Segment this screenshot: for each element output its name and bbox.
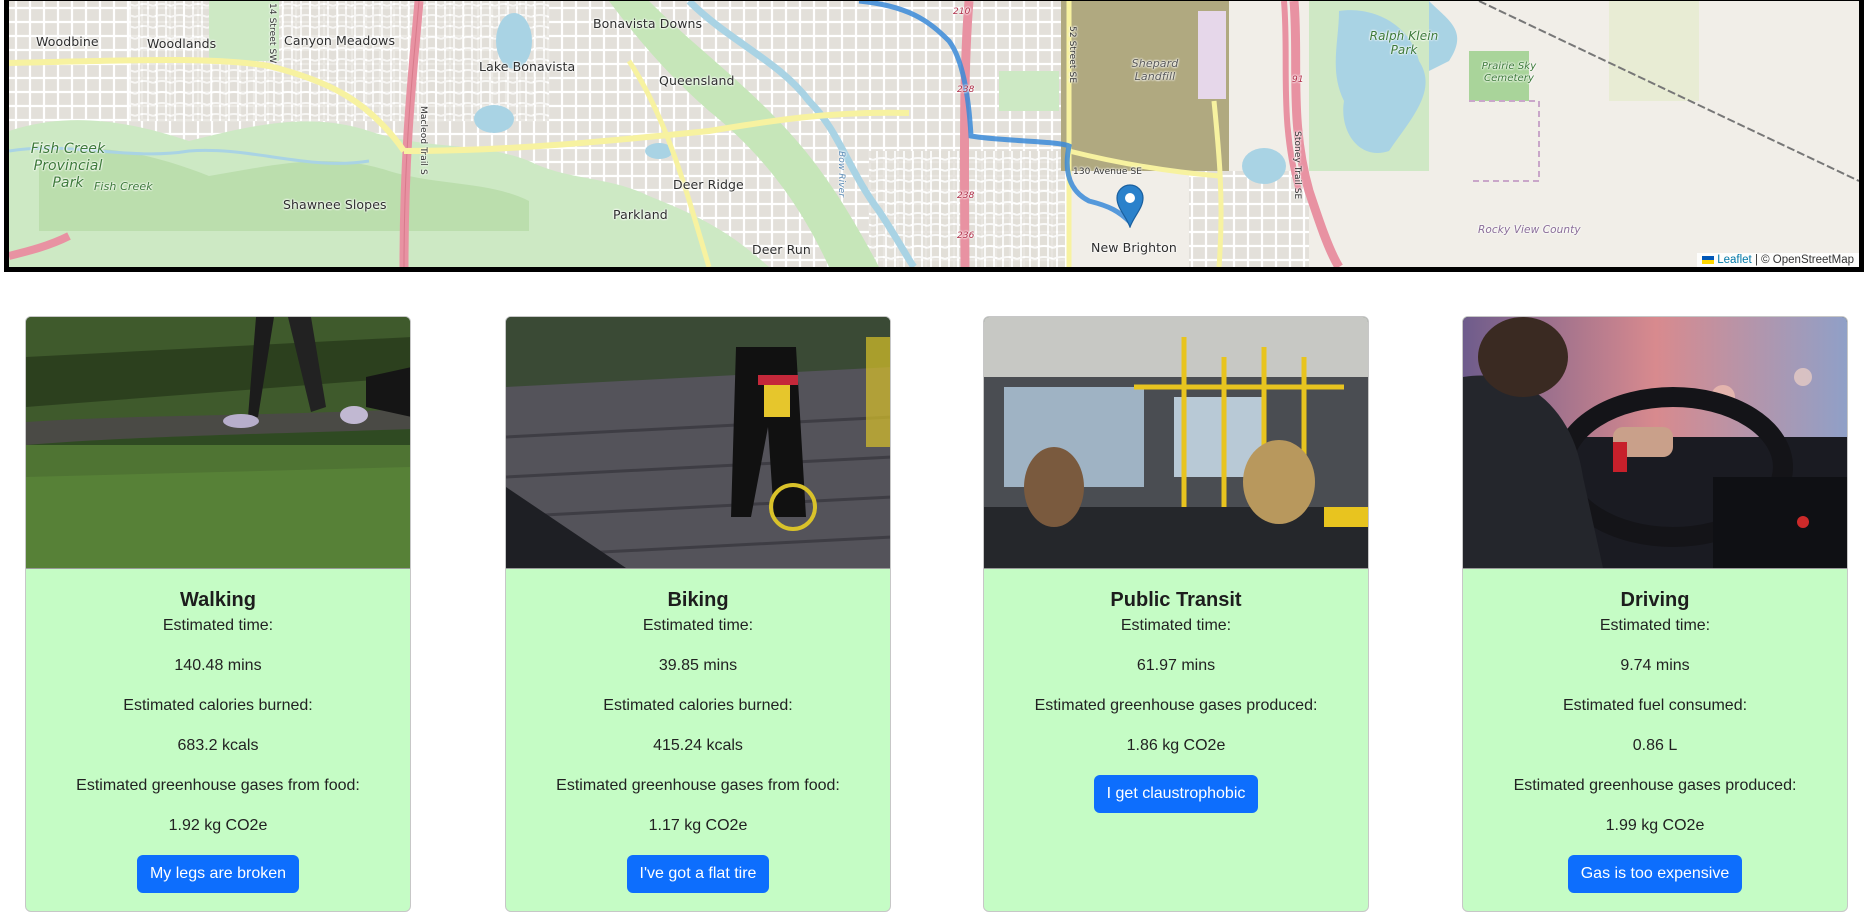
time-value: 9.74 mins — [1620, 657, 1690, 674]
card-title: Walking — [180, 589, 256, 611]
map-label-woodlands: Woodlands — [147, 36, 217, 51]
ghg-label: Estimated greenhouse gases from food: — [76, 777, 360, 794]
map-label-lake-bonavista: Lake Bonavista — [479, 59, 576, 74]
leaflet-link[interactable]: Leaflet — [1717, 254, 1752, 266]
route-map[interactable]: Woodbine Woodlands Canyon Meadows Lake B… — [4, 0, 1864, 272]
card-public-transit: Public Transit Estimated time: 61.97 min… — [983, 316, 1369, 912]
ghg-value: 1.17 kg CO2e — [648, 817, 748, 834]
legs-broken-button[interactable]: My legs are broken — [136, 855, 300, 893]
driving-photo — [1463, 317, 1847, 569]
gas-expensive-button[interactable]: Gas is too expensive — [1567, 855, 1743, 893]
card-title: Public Transit — [1110, 589, 1242, 611]
map-road-stoney-trail: Stoney Trail SE — [1292, 131, 1302, 200]
calories-value: 683.2 kcals — [177, 737, 259, 754]
map-route-238-label: 238 — [957, 85, 975, 95]
map-label-new-brighton: New Brighton — [1091, 240, 1177, 255]
map-label-shawnee-slopes: Shawnee Slopes — [283, 197, 387, 212]
card-driving: Driving Estimated time: 9.74 mins Estima… — [1462, 316, 1848, 912]
map-route-91-label: 91 — [1292, 75, 1304, 85]
map-road-macleod: Macleod Trail S — [418, 106, 428, 175]
map-attribution: Leaflet | © OpenStreetMap — [1697, 253, 1859, 267]
card-title: Driving — [1620, 589, 1690, 611]
map-label-canyon-meadows: Canyon Meadows — [284, 33, 396, 48]
card-biking: Biking Estimated time: 39.85 mins Estima… — [505, 316, 891, 912]
map-road-14-street: 14 Street SW — [267, 3, 277, 64]
map-label-rocky-view-county: Rocky View County — [1478, 224, 1581, 236]
map-label-parkland: Parkland — [613, 207, 668, 222]
ghg-label: Estimated greenhouse gases produced: — [1034, 697, 1318, 714]
map-label-bow-river: Bow River — [836, 151, 846, 198]
fuel-value: 0.86 L — [1632, 737, 1678, 754]
map-route-210-label: 210 — [953, 7, 971, 17]
time-value: 39.85 mins — [658, 657, 738, 674]
time-value: 140.48 mins — [174, 657, 262, 674]
time-label: Estimated time: — [642, 617, 754, 634]
map-label-deer-run: Deer Run — [752, 242, 811, 257]
map-label-deer-ridge: Deer Ridge — [673, 177, 744, 192]
ghg-value: 1.92 kg CO2e — [168, 817, 268, 834]
walking-photo — [26, 317, 410, 569]
time-label: Estimated time: — [162, 617, 274, 634]
claustrophobic-button[interactable]: I get claustrophobic — [1093, 775, 1259, 813]
map-label-shepard-landfill: Shepard Landfill — [1131, 57, 1179, 83]
map-route-236-label: 236 — [957, 231, 975, 241]
calories-label: Estimated calories burned: — [123, 697, 313, 714]
map-label-ralph-klein-park: Ralph Klein Park — [1369, 29, 1439, 57]
map-label-bonavista-downs: Bonavista Downs — [593, 16, 703, 31]
ukraine-flag-icon — [1702, 256, 1715, 264]
time-value: 61.97 mins — [1136, 657, 1216, 674]
map-label-queensland: Queensland — [659, 73, 735, 88]
calories-label: Estimated calories burned: — [603, 697, 793, 714]
ghg-label: Estimated greenhouse gases from food: — [556, 777, 840, 794]
time-label: Estimated time: — [1120, 617, 1232, 634]
ghg-value: 1.99 kg CO2e — [1605, 817, 1705, 834]
map-pin-icon[interactable] — [1116, 184, 1144, 228]
ghg-label: Estimated greenhouse gases produced: — [1513, 777, 1797, 794]
osm-attribution: © OpenStreetMap — [1761, 254, 1854, 266]
biking-photo — [506, 317, 890, 569]
map-road-130-avenue: 130 Avenue SE — [1073, 167, 1143, 177]
map-label-prairie-sky-cemetery: Prairie Sky Cemetery — [1481, 61, 1537, 84]
map-route-238-label-2: 238 — [957, 191, 975, 201]
transit-photo — [984, 317, 1368, 569]
calories-value: 415.24 kcals — [653, 737, 743, 754]
time-label: Estimated time: — [1599, 617, 1711, 634]
card-walking: Walking Estimated time: 140.48 mins Esti… — [25, 316, 411, 912]
attribution-separator: | — [1754, 254, 1758, 266]
card-title: Biking — [667, 589, 729, 611]
map-label-woodbine: Woodbine — [36, 34, 99, 49]
map-road-52-street: 52 Street SE — [1067, 26, 1077, 84]
map-label-fish-creek: Fish Creek — [94, 180, 153, 193]
ghg-value: 1.86 kg CO2e — [1126, 737, 1226, 754]
fuel-label: Estimated fuel consumed: — [1562, 697, 1748, 714]
flat-tire-button[interactable]: I've got a flat tire — [626, 855, 770, 893]
